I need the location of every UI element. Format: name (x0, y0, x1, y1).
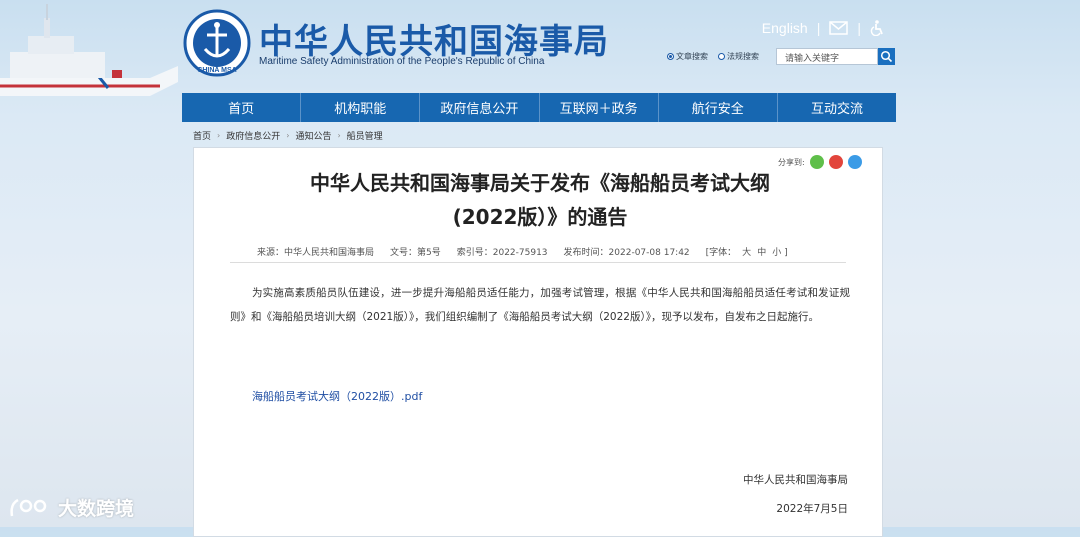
meta-source: 来源：中华人民共和国海事局 (257, 248, 375, 258)
nav-interaction[interactable]: 互动交流 (778, 93, 896, 122)
article-meta: 来源：中华人民共和国海事局 文号：第5号 索引号：2022-75913 发布时间… (257, 245, 788, 258)
search-scope: 文章搜索 法规搜索 (667, 51, 759, 62)
search-option-laws[interactable]: 法规搜索 (718, 51, 759, 62)
header-ship-image (0, 4, 178, 96)
nav-gov-info[interactable]: 政府信息公开 (420, 93, 540, 122)
article-body: 为实施高素质船员队伍建设，进一步提升海船船员适任能力，加强考试管理，根据《中华人… (230, 287, 850, 323)
breadcrumb-notices[interactable]: 通知公告 (295, 129, 331, 142)
font-size-small[interactable]: 小 ] (772, 245, 787, 258)
divider (230, 262, 846, 263)
attachment-link[interactable]: 海船船员考试大纲（2022版）.pdf (252, 388, 422, 404)
search-option-label: 文章搜索 (676, 52, 708, 61)
chevron-right-icon: › (286, 131, 290, 140)
font-size-label: [字体： (705, 248, 737, 258)
nav-navigation-safety[interactable]: 航行安全 (659, 93, 778, 122)
chevron-right-icon: › (337, 131, 341, 140)
breadcrumb: 首页 › 政府信息公开 › 通知公告 › 船员管理 (193, 129, 383, 142)
search-option-articles[interactable]: 文章搜索 (667, 51, 708, 62)
chevron-right-icon: › (217, 131, 221, 140)
watermark-logo-icon (10, 498, 47, 516)
meta-doc-no: 文号：第5号 (390, 248, 441, 258)
accessibility-icon[interactable] (870, 20, 884, 36)
font-size-medium[interactable]: 中 (757, 245, 766, 258)
main-nav: 首页 机构职能 政府信息公开 互联网＋政务 航行安全 互动交流 (182, 93, 896, 122)
radio-icon (718, 53, 725, 60)
article-title-line: (2022版）》的通告 (452, 205, 628, 229)
breadcrumb-gov-info[interactable]: 政府信息公开 (226, 129, 280, 142)
mail-icon[interactable] (829, 21, 849, 35)
search-input[interactable]: 请输入关键字 (776, 48, 878, 65)
font-size-switcher: [字体： 大 中 小 ] (706, 245, 788, 258)
search-button[interactable] (878, 48, 895, 65)
watermark-text: 大数跨境 (58, 498, 135, 520)
article-signature: 中华人民共和国海事局 (743, 474, 848, 486)
meta-publish-time: 发布时间：2022-07-08 17:42 (563, 248, 690, 258)
article-date: 2022年7月5日 (776, 503, 848, 515)
breadcrumb-home[interactable]: 首页 (193, 129, 211, 142)
site-subtitle: Maritime Safety Administration of the Pe… (259, 56, 545, 67)
breadcrumb-crew-mgmt[interactable]: 船员管理 (347, 129, 383, 142)
seal-text: CHINA MSA (197, 67, 236, 74)
search-option-label: 法规搜索 (727, 52, 759, 61)
divider: | (857, 20, 861, 36)
nav-functions[interactable]: 机构职能 (301, 93, 421, 122)
nav-home[interactable]: 首页 (182, 93, 302, 122)
divider: | (816, 20, 821, 36)
meta-index-no: 索引号：2022-75913 (456, 248, 548, 258)
english-link[interactable]: English (762, 20, 808, 36)
font-size-large[interactable]: 大 (742, 245, 751, 258)
radio-selected-icon (667, 53, 674, 60)
watermark: 大数跨境 (8, 494, 134, 521)
article-title: 中华人民共和国海事局关于发布《海船船员考试大纲 (2022版）》的通告 (230, 166, 850, 234)
nav-internet-services[interactable]: 互联网＋政务 (540, 93, 659, 122)
article-title-line: 中华人民共和国海事局关于发布《海船船员考试大纲 (310, 171, 770, 195)
top-links: English | | (762, 20, 884, 36)
msa-logo[interactable]: CHINA MSA (183, 9, 251, 77)
